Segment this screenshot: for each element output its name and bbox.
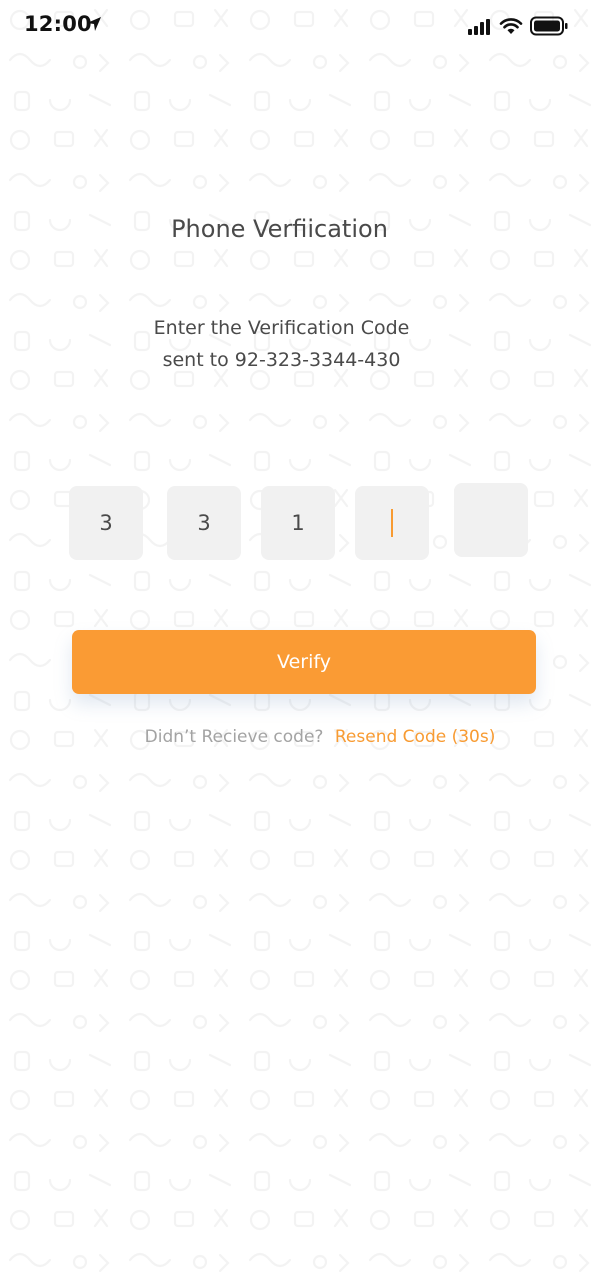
status-bar: 12:00	[0, 0, 591, 52]
resend-row: Didn’t Recieve code? Resend Code (30s)	[0, 727, 591, 747]
cellular-signal-icon	[468, 19, 490, 35]
page-title: Phone Verfiication	[171, 215, 388, 243]
verify-button[interactable]: Verify	[72, 630, 536, 694]
resend-code-link[interactable]: Resend Code (30s)	[335, 727, 495, 747]
location-arrow-icon	[87, 17, 101, 31]
code-digit-5[interactable]	[454, 483, 528, 557]
battery-icon	[530, 16, 568, 36]
resend-prompt: Didn’t Recieve code?	[144, 727, 324, 747]
verify-button-label: Verify	[277, 651, 331, 673]
code-digit-1[interactable]: 3	[69, 486, 143, 560]
instruction-line-1: Enter the Verification Code	[153, 317, 410, 339]
code-digit-2[interactable]: 3	[167, 486, 241, 560]
text-cursor	[391, 509, 393, 537]
code-digit-2-value: 3	[197, 511, 211, 535]
code-digit-3[interactable]: 1	[261, 486, 335, 560]
status-time: 12:00	[24, 12, 92, 36]
instruction-line-2: sent to 92-323-3344-430	[162, 349, 401, 371]
code-digit-1-value: 3	[99, 511, 113, 535]
wifi-icon	[499, 18, 523, 34]
verification-instruction: Enter the Verification Code sent to 92-3…	[0, 312, 563, 376]
code-digit-3-value: 1	[291, 511, 305, 535]
code-digit-4[interactable]	[355, 486, 429, 560]
